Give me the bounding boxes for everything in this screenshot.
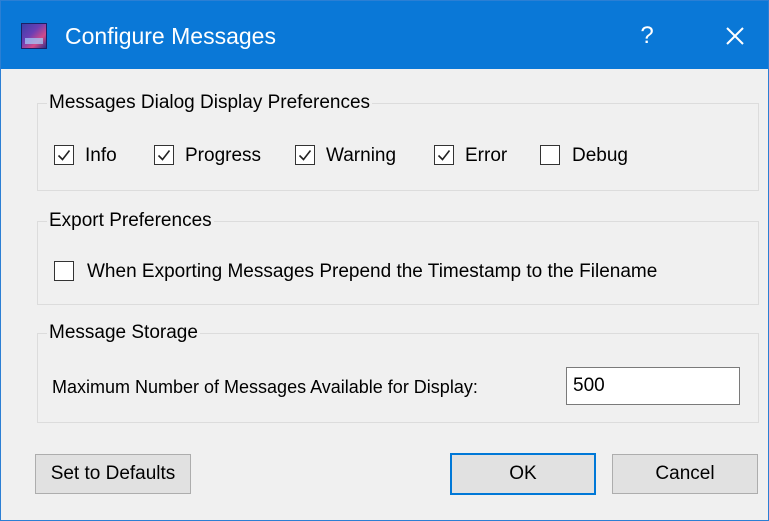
max-messages-label: Maximum Number of Messages Available for… [52,377,478,397]
checkmark-icon [298,150,312,161]
display-preferences-title: Messages Dialog Display Preferences [47,92,373,114]
display-preferences-group [37,103,759,191]
error-checkbox[interactable] [434,145,454,165]
help-button[interactable]: ? [629,19,665,53]
cancel-button[interactable]: Cancel [612,454,758,494]
info-checkbox[interactable] [54,145,74,165]
set-to-defaults-button[interactable]: Set to Defaults [35,454,191,494]
export-preferences-title: Export Preferences [47,210,214,232]
debug-checkbox[interactable] [540,145,560,165]
error-label[interactable]: Error [465,144,507,168]
configure-messages-dialog: Configure Messages ? Messages Dialog Dis… [0,0,769,521]
progress-checkbox[interactable] [154,145,174,165]
message-storage-title: Message Storage [47,322,200,344]
debug-label[interactable]: Debug [572,144,628,168]
window-title: Configure Messages [65,23,276,49]
app-logo-icon [21,23,47,49]
close-button[interactable] [715,19,755,53]
warning-checkbox[interactable] [295,145,315,165]
max-messages-input[interactable] [566,367,740,405]
title-bar[interactable]: Configure Messages ? [1,1,768,69]
prepend-timestamp-label[interactable]: When Exporting Messages Prepend the Time… [87,260,657,284]
checkmark-icon [437,150,451,161]
prepend-timestamp-checkbox[interactable] [54,261,74,281]
ok-button[interactable]: OK [450,453,596,495]
info-label[interactable]: Info [85,144,117,168]
warning-label[interactable]: Warning [326,144,396,168]
close-icon [726,27,744,45]
progress-label[interactable]: Progress [185,144,261,168]
checkmark-icon [57,150,71,161]
checkmark-icon [157,150,171,161]
